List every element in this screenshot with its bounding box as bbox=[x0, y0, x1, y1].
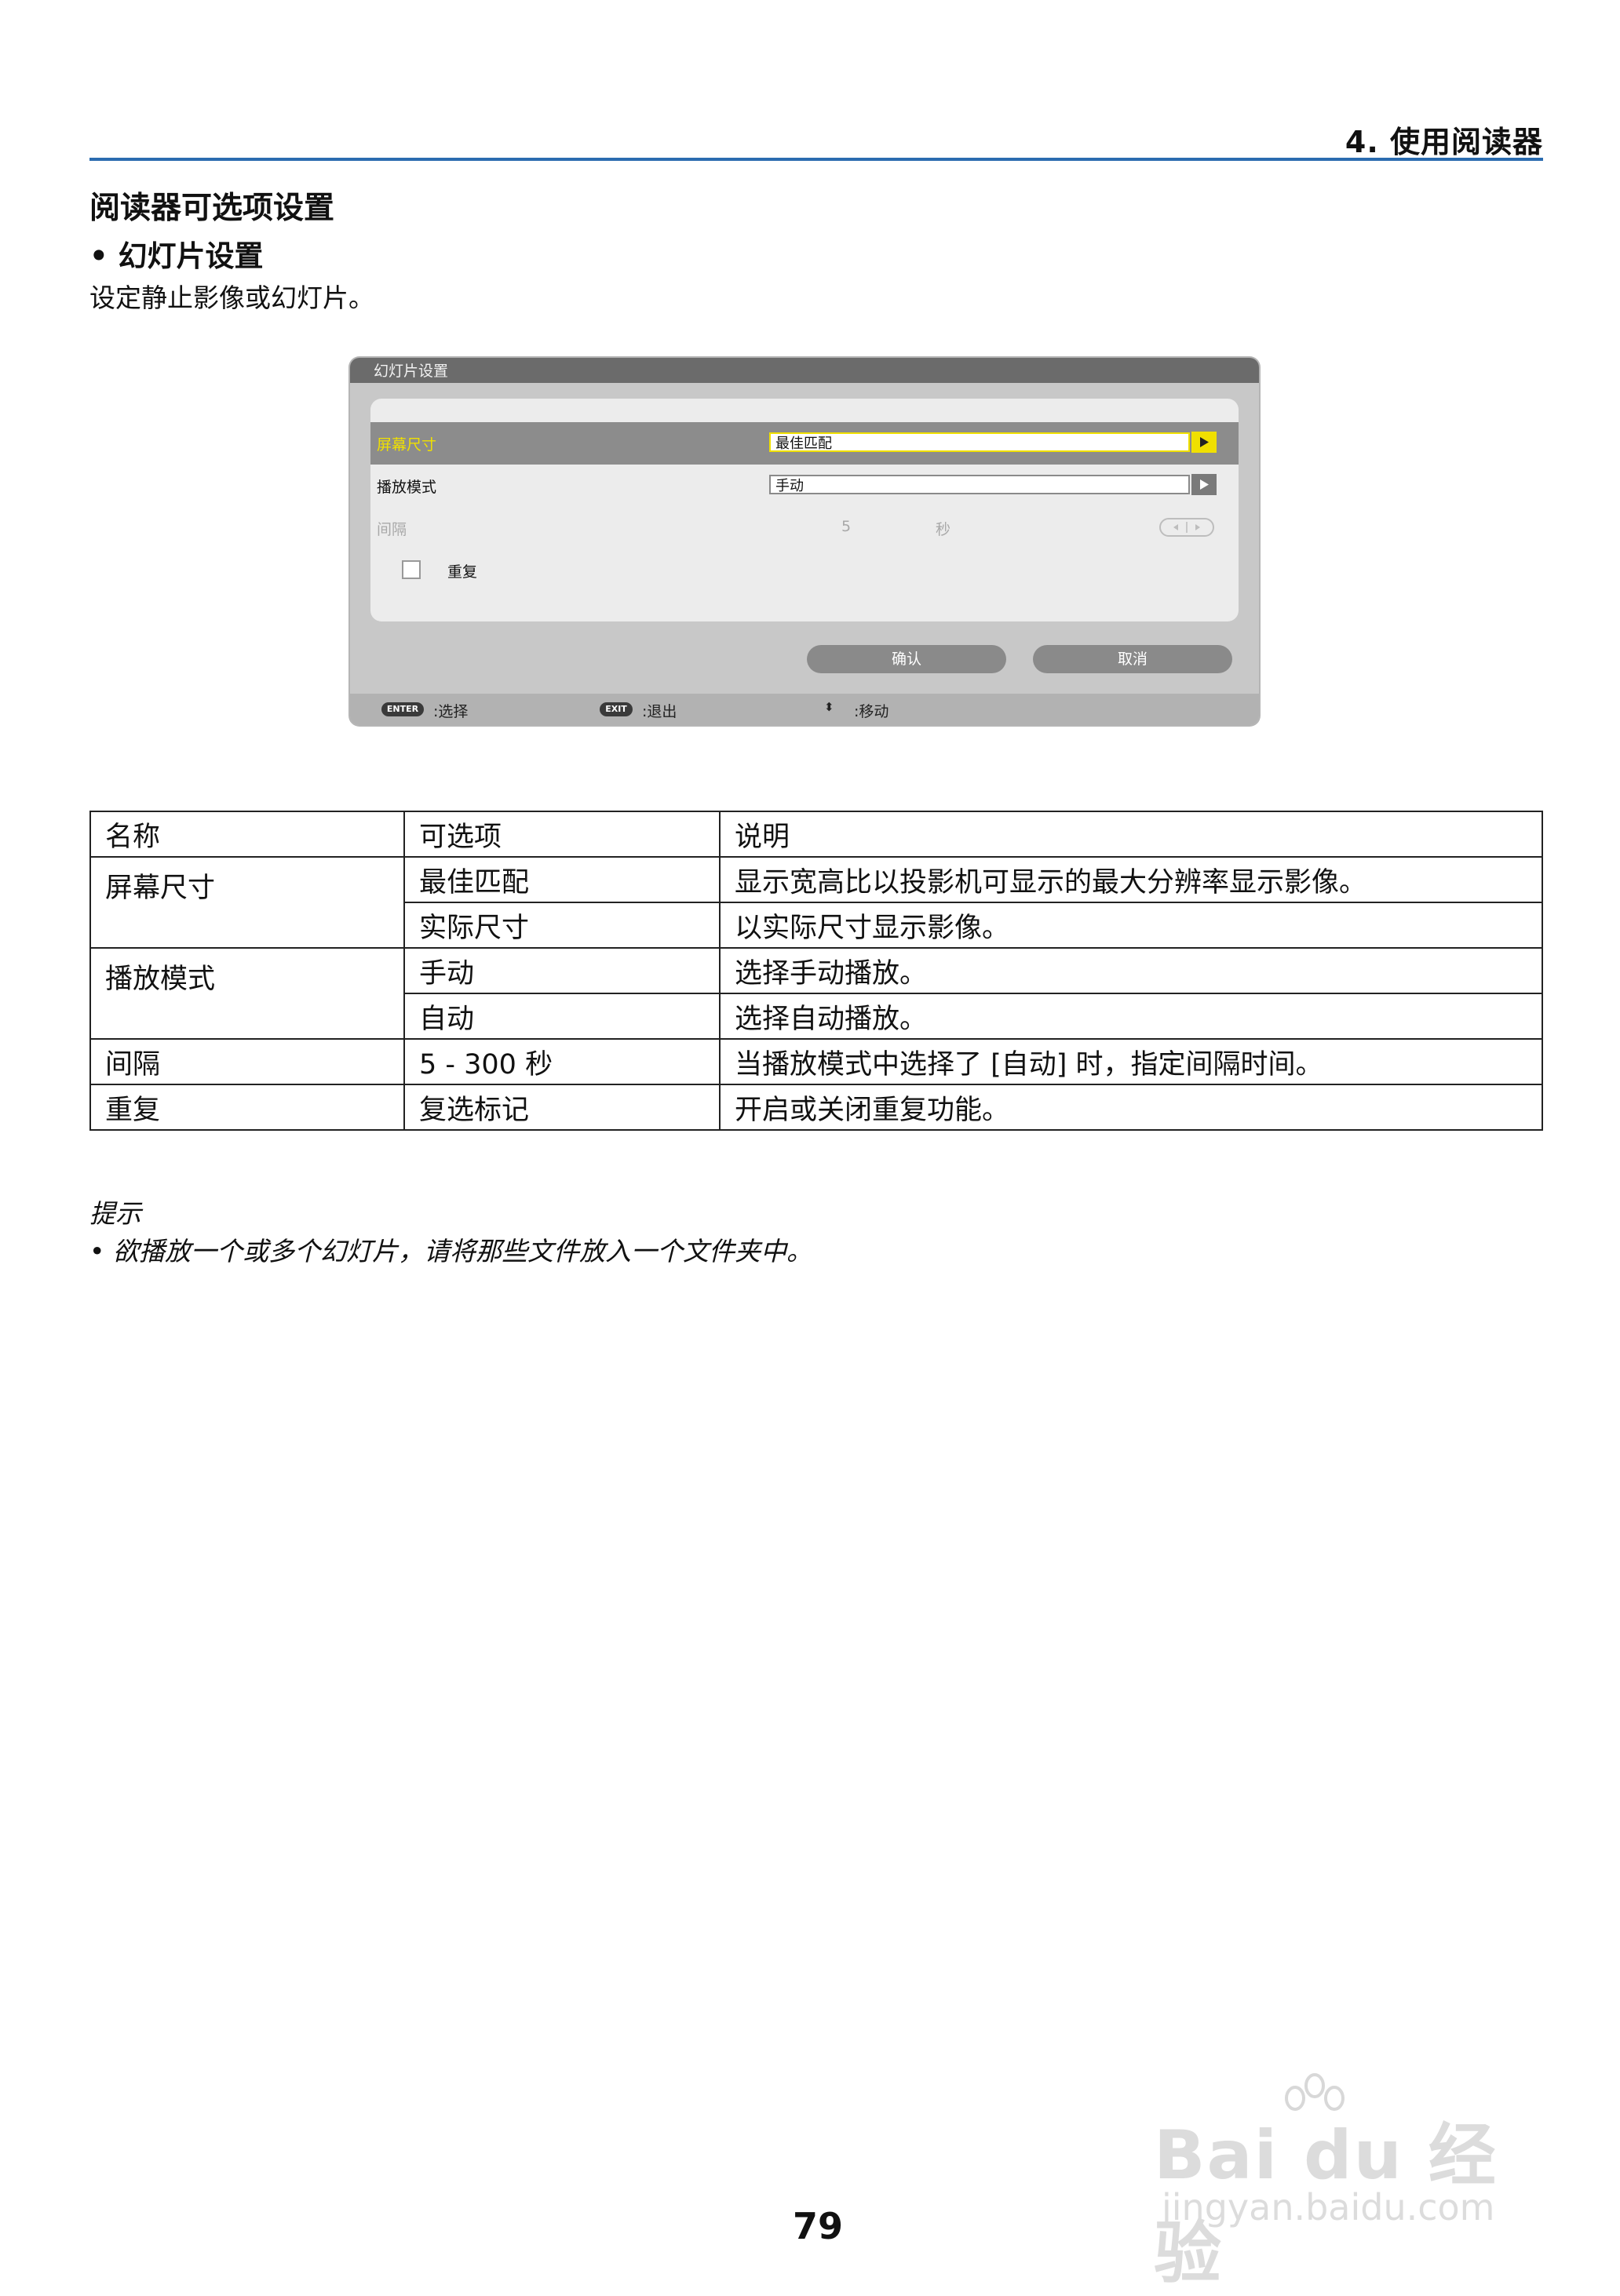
enter-hint: :选择 bbox=[433, 703, 469, 720]
cancel-button[interactable]: 取消 bbox=[1033, 645, 1232, 673]
table-row: 屏幕尺寸 最佳匹配 显示宽高比以投影机可显示的最大分辨率显示影像。 bbox=[89, 856, 1543, 949]
slideshow-settings-dialog: 幻灯片设置 屏幕尺寸 最佳匹配 播放模式 手动 间隔 5 秒 重复 确认 取消 … bbox=[350, 358, 1259, 725]
screen-size-label: 屏幕尺寸 bbox=[377, 436, 437, 454]
dialog-title: 幻灯片设置 bbox=[374, 363, 449, 380]
move-hint: :移动 bbox=[854, 703, 889, 720]
header-cell: 说明 bbox=[719, 811, 1543, 858]
options-table: 名称 可选项 说明 屏幕尺寸 最佳匹配 显示宽高比以投影机可显示的最大分辨率显示… bbox=[89, 811, 1543, 1131]
repeat-checkbox[interactable] bbox=[402, 560, 421, 579]
hint-title: 提示 bbox=[89, 1198, 141, 1229]
table-cell: 重复 bbox=[89, 1084, 405, 1131]
table-cell: 自动 bbox=[403, 993, 721, 1040]
table-cell: 当播放模式中选择了 [自动] 时，指定间隔时间。 bbox=[719, 1038, 1543, 1085]
play-arrow-icon[interactable] bbox=[1191, 474, 1217, 495]
table-cell: 选择自动播放。 bbox=[719, 993, 1543, 1040]
screen-size-select[interactable]: 最佳匹配 bbox=[769, 432, 1190, 452]
table-cell: 复选标记 bbox=[403, 1084, 721, 1131]
page-number: 79 bbox=[793, 2205, 844, 2247]
dialog-titlebar: 幻灯片设置 bbox=[350, 358, 1259, 383]
baidu-watermark: Bai du 经验 jingyan.baidu.com bbox=[1154, 2068, 1523, 2293]
table-cell: 以实际尺寸显示影像。 bbox=[719, 902, 1543, 949]
intro-text: 设定静止影像或幻灯片。 bbox=[89, 282, 374, 313]
table-header-row: 名称 可选项 说明 bbox=[89, 811, 1543, 858]
table-cell: 5 - 300 秒 bbox=[403, 1038, 721, 1085]
section-title: 阅读器可选项设置 bbox=[89, 191, 335, 226]
table-cell: 播放模式 bbox=[89, 947, 405, 1040]
row-screen-size[interactable]: 屏幕尺寸 最佳匹配 bbox=[370, 422, 1239, 465]
header-cell: 可选项 bbox=[403, 811, 721, 858]
interval-label: 间隔 bbox=[377, 521, 407, 538]
header-cell: 名称 bbox=[89, 811, 405, 858]
row-play-mode[interactable]: 播放模式 手动 bbox=[370, 465, 1239, 507]
table-cell: 屏幕尺寸 bbox=[89, 856, 405, 949]
table-cell: 开启或关闭重复功能。 bbox=[719, 1084, 1543, 1131]
table-cell: 实际尺寸 bbox=[403, 902, 721, 949]
row-interval[interactable]: 间隔 5 秒 bbox=[370, 507, 1239, 549]
exit-key-icon: EXIT bbox=[600, 702, 633, 716]
interval-unit: 秒 bbox=[936, 521, 951, 538]
play-mode-label: 播放模式 bbox=[377, 479, 437, 496]
table-row: 间隔 5 - 300 秒 当播放模式中选择了 [自动] 时，指定间隔时间。 bbox=[89, 1038, 1543, 1085]
left-right-arrows-icon bbox=[1173, 522, 1200, 533]
enter-key-icon: ENTER bbox=[381, 702, 424, 716]
table-cell: 手动 bbox=[403, 947, 721, 994]
table-cell: 最佳匹配 bbox=[403, 856, 721, 903]
table-cell: 选择手动播放。 bbox=[719, 947, 1543, 994]
interval-stepper[interactable] bbox=[1159, 518, 1214, 537]
table-cell: 间隔 bbox=[89, 1038, 405, 1085]
play-mode-select[interactable]: 手动 bbox=[769, 475, 1190, 494]
watermark-url: jingyan.baidu.com bbox=[1162, 2186, 1495, 2229]
interval-value: 5 bbox=[841, 518, 852, 535]
header-rule bbox=[89, 158, 1543, 161]
table-cell: 显示宽高比以投影机可显示的最大分辨率显示影像。 bbox=[719, 856, 1543, 903]
ok-button[interactable]: 确认 bbox=[807, 645, 1006, 673]
play-arrow-icon[interactable] bbox=[1191, 432, 1217, 453]
updown-arrows-icon: ⬍ bbox=[824, 700, 834, 714]
repeat-label: 重复 bbox=[447, 563, 478, 581]
hint-item: • 欲播放一个或多个幻灯片，请将那些文件放入一个文件夹中。 bbox=[89, 1236, 812, 1266]
exit-hint: :退出 bbox=[642, 703, 677, 720]
subsection-title: • 幻灯片设置 bbox=[89, 239, 264, 273]
dialog-footer: ENTER :选择 EXIT :退出 ⬍ :移动 bbox=[350, 694, 1259, 725]
chapter-heading: 4. 使用阅读器 bbox=[1345, 125, 1543, 159]
table-row: 播放模式 手动 选择手动播放。 bbox=[89, 947, 1543, 1040]
table-row: 重复 复选标记 开启或关闭重复功能。 bbox=[89, 1084, 1543, 1131]
